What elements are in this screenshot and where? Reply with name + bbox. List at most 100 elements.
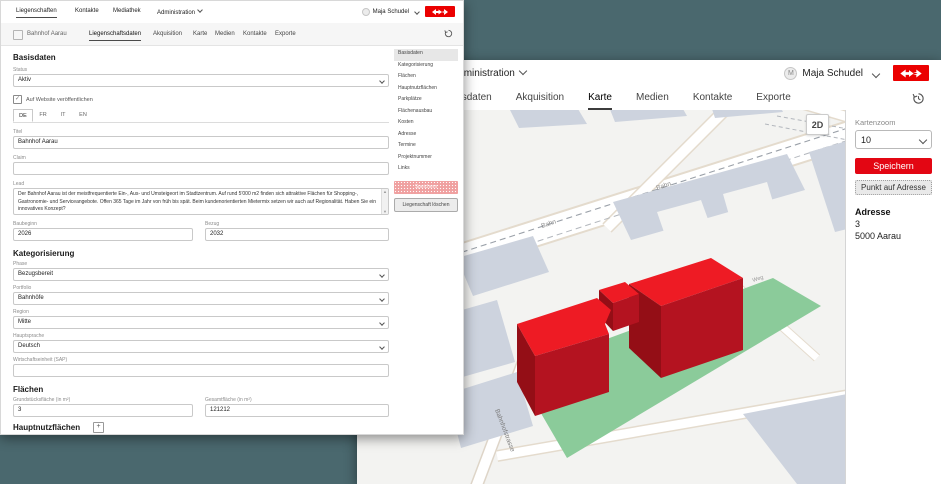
region-select[interactable]: Mitte bbox=[13, 316, 389, 329]
portfolio-select[interactable]: Bahnhöfe bbox=[13, 292, 389, 305]
point-on-address-button[interactable]: Punkt auf Adresse bbox=[855, 180, 932, 195]
delete-property-button[interactable]: Liegenschaft löschen bbox=[394, 198, 458, 212]
region-value: Mitte bbox=[18, 316, 31, 329]
grundstuecksflaeche-input[interactable] bbox=[13, 404, 193, 417]
publish-label: Auf Website veröffentlichen bbox=[26, 97, 93, 103]
entity-title: Bahnhof Aarau bbox=[27, 31, 67, 37]
rail-item-adresse[interactable]: Adresse bbox=[394, 130, 458, 142]
nav-item-kontakte[interactable]: Kontakte bbox=[75, 8, 99, 14]
chevron-down-icon bbox=[379, 344, 385, 350]
tab-liegenschaftsdaten[interactable]: Liegenschaftsdaten bbox=[89, 31, 141, 41]
tab-karte[interactable]: Karte bbox=[193, 31, 207, 37]
sbb-logo bbox=[893, 65, 929, 81]
chevron-down-icon bbox=[197, 7, 203, 13]
gesamtflaeche-label: Gesamtfläche (in m²) bbox=[205, 397, 252, 403]
rail-item-flaechenausbau[interactable]: Flächenausbau bbox=[394, 107, 458, 119]
titel-input[interactable] bbox=[13, 136, 389, 149]
tab-medien[interactable]: Medien bbox=[636, 92, 669, 110]
sbb-arrows-icon bbox=[899, 69, 923, 78]
user-menu[interactable]: Maja Schudel bbox=[362, 8, 419, 16]
lang-tab-en[interactable]: EN bbox=[73, 109, 93, 122]
tab-exporte[interactable]: Exporte bbox=[275, 31, 296, 37]
sbb-logo bbox=[425, 6, 455, 17]
phase-select[interactable]: Bezugsbereit bbox=[13, 268, 389, 281]
rail-item-termine[interactable]: Termine bbox=[394, 141, 458, 153]
rail-item-links[interactable]: Links bbox=[394, 164, 458, 176]
nav-item-mediathek[interactable]: Mediathek bbox=[113, 8, 141, 14]
add-hauptnutzflaeche-button[interactable]: + bbox=[93, 422, 104, 433]
nav-item-liegenschaften[interactable]: Liegenschaften bbox=[16, 8, 57, 18]
save-button[interactable]: Speichern bbox=[855, 158, 932, 174]
section-kategorisierung: Kategorisierung bbox=[13, 249, 74, 258]
lead-label: Lead bbox=[13, 181, 24, 187]
lang-tab-it[interactable]: IT bbox=[53, 109, 73, 122]
checkbox-checked[interactable]: ✓ bbox=[13, 95, 22, 104]
tab-medien[interactable]: Medien bbox=[215, 31, 235, 37]
tab-exporte[interactable]: Exporte bbox=[756, 92, 790, 110]
lead-textarea[interactable]: Der Bahnhof Aarau ist der meistfrequenti… bbox=[13, 188, 389, 215]
bezug-input[interactable] bbox=[205, 228, 389, 241]
avatar bbox=[362, 8, 370, 16]
kartenzoom-value: 10 bbox=[861, 135, 871, 145]
rail-item-hauptnutzflaechen[interactable]: Hauptnutzflächen bbox=[394, 84, 458, 96]
user-name: Maja Schudel bbox=[802, 68, 863, 79]
gesamtflaeche-input[interactable] bbox=[205, 404, 389, 417]
address-city: 5000 Aarau bbox=[855, 231, 932, 241]
tab-kontakte[interactable]: Kontakte bbox=[243, 31, 267, 37]
scrollbar[interactable]: ▲ ▼ bbox=[381, 189, 388, 214]
kartenzoom-select[interactable]: 10 bbox=[855, 130, 932, 149]
chevron-down-icon bbox=[379, 296, 385, 302]
scroll-down-icon[interactable]: ▼ bbox=[382, 209, 388, 214]
chevron-down-icon bbox=[379, 78, 385, 84]
section-flaechen: Flächen bbox=[13, 385, 43, 394]
section-nav-rail: Basisdaten Kategorisierung Flächen Haupt… bbox=[394, 49, 458, 212]
rail-item-kategorisierung[interactable]: Kategorisierung bbox=[394, 61, 458, 73]
chevron-down-icon bbox=[379, 320, 385, 326]
baubeginn-input[interactable] bbox=[13, 228, 193, 241]
lang-tab-de[interactable]: DE bbox=[13, 109, 33, 122]
portfolio-label: Portfolio bbox=[13, 285, 31, 291]
rail-item-flaechen[interactable]: Flächen bbox=[394, 72, 458, 84]
entity-toolbar: Bahnhof Aarau Liegenschaftsdaten Akquisi… bbox=[1, 23, 463, 46]
publish-checkbox-row[interactable]: ✓ Auf Website veröffentlichen bbox=[13, 95, 93, 104]
hauptsprache-select[interactable]: Deutsch bbox=[13, 340, 389, 353]
region-label: Region bbox=[13, 309, 29, 315]
sbb-arrows-icon bbox=[431, 9, 449, 15]
chevron-down-icon bbox=[379, 272, 385, 278]
nav-item-administration[interactable]: Administration bbox=[157, 8, 202, 16]
user-menu[interactable]: M Maja Schudel bbox=[784, 67, 879, 80]
map-2d-toggle-button[interactable]: 2D bbox=[806, 114, 829, 135]
history-icon[interactable] bbox=[912, 92, 925, 105]
lead-text: Der Bahnhof Aarau ist der meistfrequenti… bbox=[18, 191, 379, 214]
user-name: Maja Schudel bbox=[373, 9, 409, 15]
status-select[interactable]: Aktiv bbox=[13, 74, 389, 87]
tab-kontakte[interactable]: Kontakte bbox=[693, 92, 732, 110]
lang-tab-fr[interactable]: FR bbox=[33, 109, 53, 122]
chevron-down-icon bbox=[872, 69, 880, 77]
avatar: M bbox=[784, 67, 797, 80]
bezug-label: Bezug bbox=[205, 221, 219, 227]
hauptsprache-value: Deutsch bbox=[18, 340, 40, 353]
image-placeholder-icon bbox=[13, 30, 23, 40]
rail-item-parkplaetze[interactable]: Parkplätze bbox=[394, 95, 458, 107]
tab-karte[interactable]: Karte bbox=[588, 92, 612, 110]
hauptsprache-label: Hauptsprache bbox=[13, 333, 44, 339]
desktop: { "colors": { "background": "#4a686e", "… bbox=[0, 0, 941, 484]
rail-item-projektnummer[interactable]: Projektnummer bbox=[394, 153, 458, 165]
tab-akquisition[interactable]: Akquisition bbox=[516, 92, 564, 110]
scroll-up-icon[interactable]: ▲ bbox=[382, 189, 388, 194]
status-label: Status bbox=[13, 67, 27, 73]
claim-label: Claim bbox=[13, 155, 26, 161]
save-button-disabled[interactable]: Speichern bbox=[394, 181, 458, 194]
rail-item-basisdaten[interactable]: Basisdaten bbox=[394, 49, 458, 61]
tab-akquisition[interactable]: Akquisition bbox=[153, 31, 182, 37]
history-icon[interactable] bbox=[444, 29, 453, 38]
language-tabs: DE FR IT EN bbox=[13, 109, 389, 123]
section-hauptnutzflaechen: Hauptnutzflächen bbox=[13, 423, 80, 432]
wirtschaftseinheit-input[interactable] bbox=[13, 364, 389, 377]
wirtschaftseinheit-label: Wirtschaftseinheit (SAP) bbox=[13, 357, 67, 363]
section-basisdaten: Basisdaten bbox=[13, 53, 56, 62]
claim-input[interactable] bbox=[13, 162, 389, 175]
rail-item-kosten[interactable]: Kosten bbox=[394, 118, 458, 130]
phase-label: Phase bbox=[13, 261, 27, 267]
